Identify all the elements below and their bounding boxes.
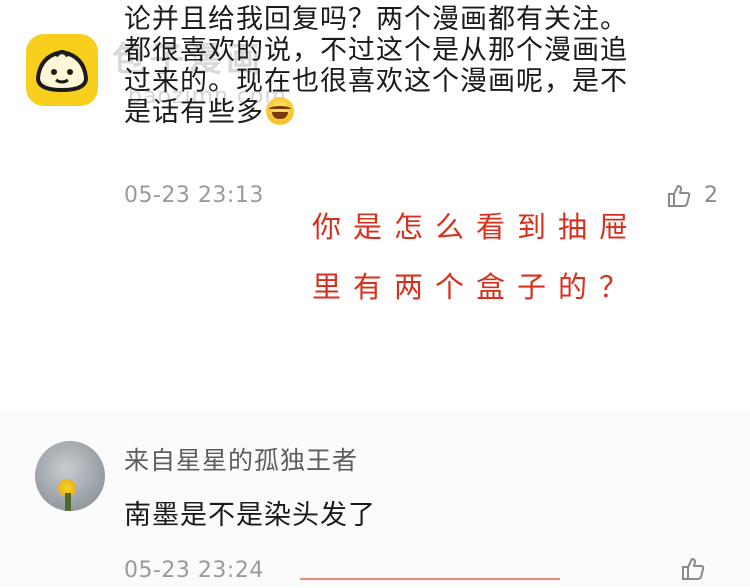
comment-line: 过来的。现在也很喜欢这个漫画呢，是不	[124, 66, 628, 97]
comment-body: 论并且给我回复吗？两个漫画都有关注。 都很喜欢的说，不过这个是从那个漫画追 过来…	[124, 4, 724, 128]
like-button[interactable]	[680, 556, 706, 582]
username[interactable]: 来自星星的孤独王者	[124, 441, 358, 477]
thumbs-up-icon	[668, 185, 691, 207]
laughing-emoji-icon	[266, 97, 294, 125]
baozi-logo-icon	[26, 34, 98, 106]
handwritten-note-line: 里有两个盒子的？	[312, 270, 641, 304]
comment-line-last: 是话有些多	[124, 97, 724, 128]
handwritten-note-fragment	[300, 578, 560, 588]
stem-shape	[65, 493, 71, 511]
thumbs-up-icon	[682, 558, 705, 580]
comment-body: 南墨是不是染头发了	[124, 500, 376, 531]
like-count: 2	[704, 183, 718, 208]
like-button[interactable]	[666, 183, 692, 209]
comment-line-text: 是话有些多	[124, 97, 264, 128]
handwritten-note-line: 你是怎么看到抽屉	[312, 210, 641, 244]
comment-line: 论并且给我回复吗？两个漫画都有关注。	[124, 4, 628, 35]
comment-timestamp: 05-23 23:24	[124, 558, 264, 583]
comment-timestamp: 05-23 23:13	[124, 183, 264, 208]
comment-line: 都很喜欢的说，不过这个是从那个漫画追	[124, 35, 628, 66]
avatar[interactable]	[35, 441, 105, 511]
